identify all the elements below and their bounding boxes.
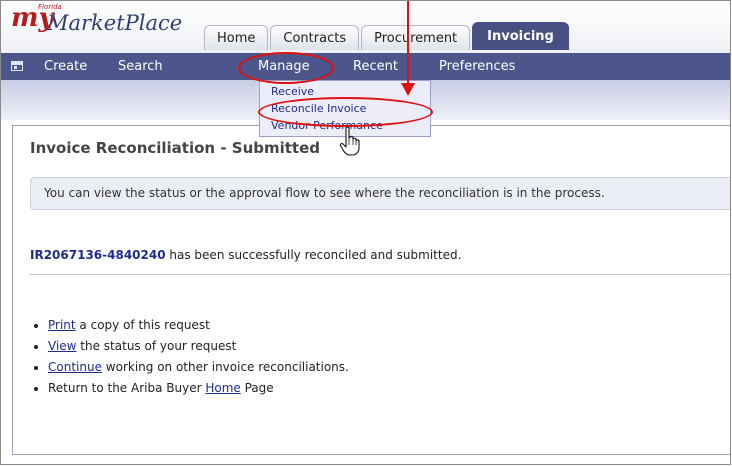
info-message-box: You can view the status or the approval … <box>30 177 730 210</box>
logo-name: MarketPlace <box>47 11 183 35</box>
view-link[interactable]: View <box>48 339 76 353</box>
content-panel <box>12 125 730 455</box>
action-text: a copy of this request <box>75 318 210 332</box>
tab-contracts[interactable]: Contracts <box>270 25 360 50</box>
nav-preferences[interactable]: Preferences <box>439 53 515 80</box>
header: my Florida MarketPlace Home Contracts Pr… <box>1 1 730 53</box>
command-bar: Create Search Manage Recent Preferences <box>1 53 730 80</box>
list-item: Continue working on other invoice reconc… <box>34 357 349 378</box>
logo-state: Florida <box>38 3 62 11</box>
nav-create[interactable]: Create <box>44 53 87 80</box>
annotation-arrow-icon <box>401 83 415 96</box>
info-message: You can view the status or the approval … <box>44 186 605 200</box>
confirmation-message: IR2067136-4840240 has been successfully … <box>30 248 461 262</box>
list-item: Return to the Ariba Buyer Home Page <box>34 378 349 399</box>
tab-home[interactable]: Home <box>204 25 269 50</box>
bullet-icon <box>34 366 38 370</box>
bullet-icon <box>34 324 38 328</box>
app-window: my Florida MarketPlace Home Contracts Pr… <box>0 0 731 465</box>
menu-item-reconcile-invoice[interactable]: Reconcile Invoice <box>260 100 430 117</box>
action-text: Page <box>240 381 274 395</box>
reconciliation-id: IR2067136-4840240 <box>30 248 166 262</box>
list-item: View the status of your request <box>34 336 349 357</box>
main-tabs: Home Contracts Procurement Invoicing <box>204 22 571 50</box>
nav-recent[interactable]: Recent <box>353 53 398 80</box>
continue-link[interactable]: Continue <box>48 360 102 374</box>
action-text: the status of your request <box>76 339 237 353</box>
divider <box>30 274 730 275</box>
list-item: Print a copy of this request <box>34 315 349 336</box>
action-text: working on other invoice reconciliations… <box>101 360 349 374</box>
bullet-icon <box>34 345 38 349</box>
print-link[interactable]: Print <box>48 318 76 332</box>
bullet-icon <box>34 387 38 391</box>
tab-invoicing[interactable]: Invoicing <box>472 22 569 50</box>
action-list: Print a copy of this request View the st… <box>34 315 349 399</box>
action-prefix: Return to the Ariba Buyer <box>48 381 206 395</box>
layout-icon[interactable] <box>11 61 23 71</box>
nav-manage[interactable]: Manage <box>258 53 310 80</box>
nav-search[interactable]: Search <box>118 53 163 80</box>
page-title: Invoice Reconciliation - Submitted <box>30 139 321 157</box>
confirmation-text: has been successfully reconciled and sub… <box>165 248 462 262</box>
hand-cursor-icon <box>339 126 360 156</box>
tab-procurement[interactable]: Procurement <box>361 25 471 50</box>
home-link[interactable]: Home <box>205 381 240 395</box>
annotation-arrow-shaft <box>407 1 409 86</box>
